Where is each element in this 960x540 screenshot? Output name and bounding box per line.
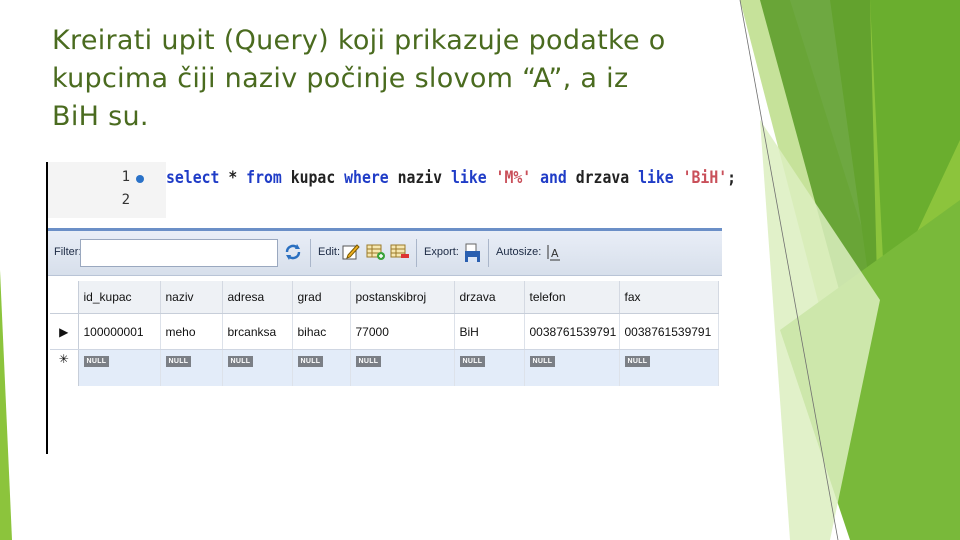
grid-header-row: id_kupac naziv adresa grad postanskibroj… [50,281,719,314]
table-cell[interactable]: meho [160,313,223,350]
export-save-icon[interactable] [464,243,482,266]
sql-token: ; [727,168,737,188]
result-toolbar: Filter: Edit: Export: Autosize: A [48,228,722,276]
table-cell[interactable]: 100000001 [78,313,161,350]
add-row-icon[interactable] [366,243,386,264]
deco-left-accent [0,270,12,540]
result-panel: Filter: Edit: Export: Autosize: A id_kup… [46,218,722,454]
null-badge: NULL [355,356,382,367]
sql-token: and [540,168,567,188]
sql-token: kupac [281,168,345,188]
table-cell[interactable]: bihac [292,313,351,350]
column-header[interactable]: grad [292,281,351,314]
line-number: 2 [121,192,130,208]
delete-row-icon[interactable] [390,243,410,264]
null-badge: NULL [624,356,651,367]
sql-token: like [638,168,674,188]
sql-token: select [166,168,220,188]
autosize-icon[interactable]: A [546,243,562,264]
table-cell[interactable]: 77000 [350,313,455,350]
svg-text:A: A [551,247,559,260]
sql-token: 'M%' [495,168,532,188]
export-label: Export: [424,246,459,258]
table-cell[interactable]: NULL [619,349,719,386]
editor-gutter [48,162,166,218]
new-row[interactable]: ✳ NULL NULL NULL NULL NULL NULL NULL NUL… [50,349,719,386]
edit-row-icon[interactable] [342,243,360,264]
null-badge: NULL [297,356,324,367]
table-cell[interactable]: NULL [454,349,525,386]
sql-query-line[interactable]: select * from kupac where naziv like 'M%… [166,168,736,188]
refresh-icon[interactable] [284,243,302,264]
table-cell[interactable]: NULL [524,349,620,386]
result-grid: id_kupac naziv adresa grad postanskibroj… [50,281,719,386]
sql-token: from [246,168,282,188]
column-header[interactable]: adresa [222,281,293,314]
sql-token: 'BiH' [682,168,728,188]
null-badge: NULL [227,356,254,367]
line-number: 1 [121,169,130,185]
sql-token: drzava [566,168,639,188]
toolbar-separator [310,239,311,267]
null-badge: NULL [459,356,486,367]
sql-token: like [451,168,487,188]
table-cell[interactable]: 0038761539791 [524,313,620,350]
table-cell[interactable]: NULL [350,349,455,386]
column-header[interactable]: drzava [454,281,525,314]
table-cell[interactable]: 0038761539791 [619,313,719,350]
filter-label: Filter: [54,246,82,258]
null-badge: NULL [83,356,110,367]
current-line-marker-icon [136,175,144,183]
sql-token: where [344,168,389,188]
table-cell[interactable]: NULL [78,349,161,386]
null-badge: NULL [165,356,192,367]
table-cell[interactable]: BiH [454,313,525,350]
toolbar-separator [488,239,489,267]
column-header[interactable]: telefon [524,281,620,314]
current-row-indicator-icon[interactable]: ▶ [50,313,79,350]
new-row-indicator-icon[interactable]: ✳ [50,349,79,386]
autosize-label: Autosize: [496,246,542,258]
slide-title: Kreirati upit (Query) koji prikazuje pod… [52,25,666,132]
table-row[interactable]: ▶ 100000001 meho brcanksa bihac 77000 Bi… [50,313,719,350]
table-cell[interactable]: brcanksa [222,313,293,350]
toolbar-separator [416,239,417,267]
table-cell[interactable]: NULL [292,349,351,386]
column-header[interactable]: fax [619,281,719,314]
table-cell[interactable]: NULL [160,349,223,386]
column-header[interactable]: id_kupac [78,281,161,314]
filter-input[interactable] [80,239,278,267]
column-header[interactable]: naziv [160,281,223,314]
edit-label: Edit: [318,246,341,258]
sql-token: naziv [388,168,452,188]
sql-token: * [219,168,247,188]
table-cell[interactable]: NULL [222,349,293,386]
null-badge: NULL [529,356,556,367]
sql-editor[interactable]: 1 2 select * from kupac where naziv like… [46,162,736,218]
column-header[interactable]: postanskibroj [350,281,455,314]
row-selector-header[interactable] [50,281,79,314]
